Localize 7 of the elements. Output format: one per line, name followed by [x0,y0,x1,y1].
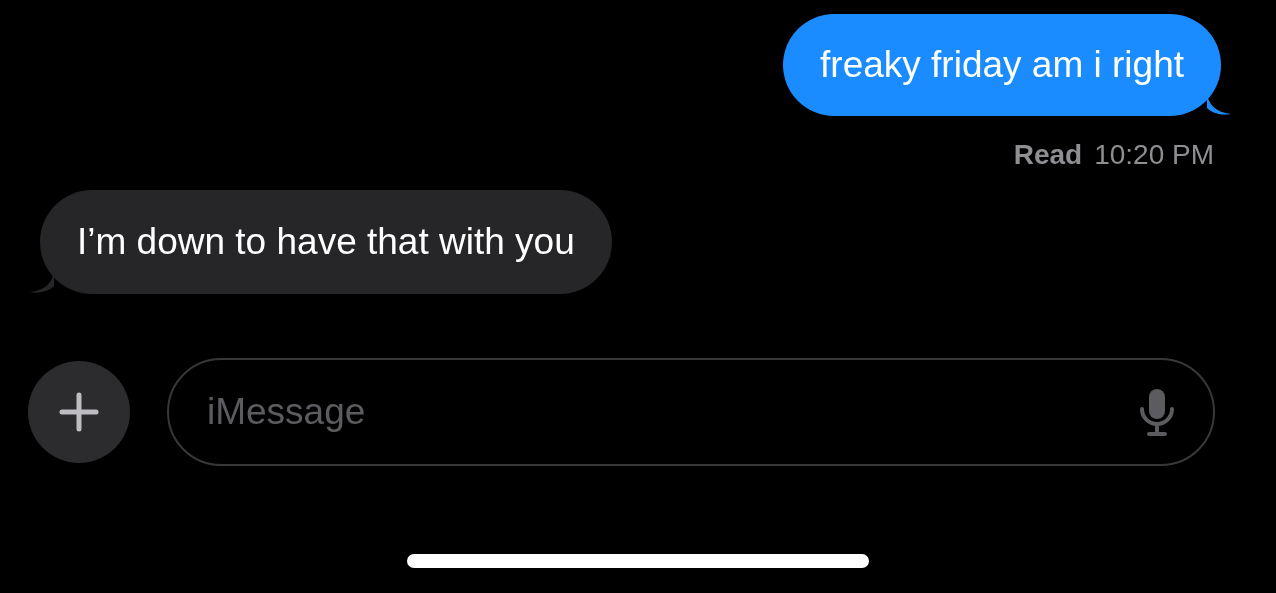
message-field[interactable]: iMessage [167,358,1215,466]
microphone-icon[interactable] [1137,387,1177,437]
plus-icon [59,392,99,432]
timestamp: 10:20 PM [1094,138,1214,172]
sent-message-bubble: freaky friday am i right [783,14,1221,116]
received-message-bubble: I’m down to have that with you [40,190,612,294]
read-status: Read [1013,138,1083,172]
